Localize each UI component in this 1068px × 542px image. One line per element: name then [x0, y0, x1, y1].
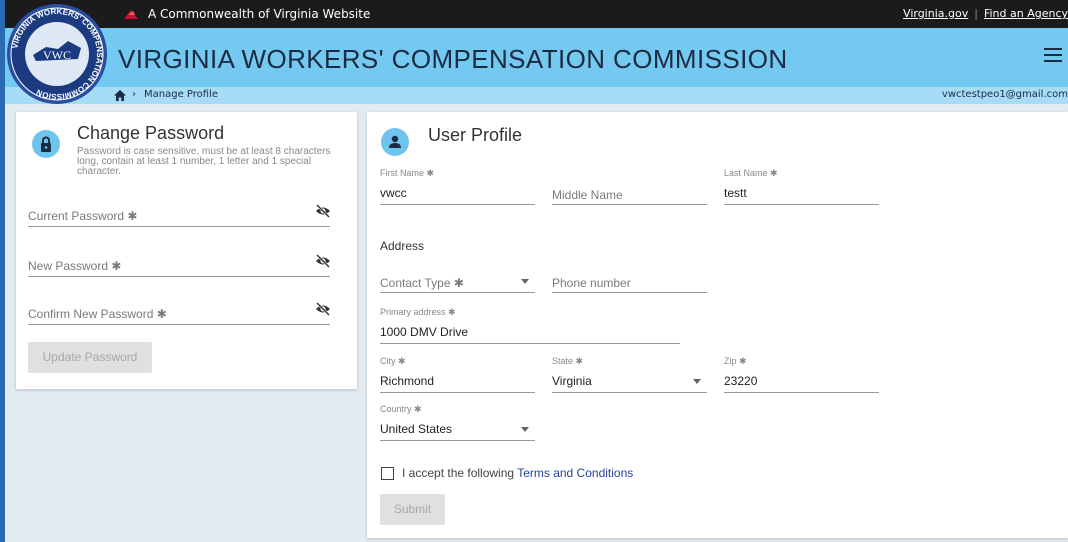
accept-text: I accept the following: [402, 466, 515, 480]
contact-type-label: Contact Type ✱: [380, 276, 464, 290]
vwc-logo[interactable]: VIRGINIA WORKERS' COMPENSATION COMMISSIO…: [6, 3, 108, 105]
new-password-field[interactable]: New Password ✱: [28, 258, 330, 277]
virginia-gov-link[interactable]: Virginia.gov: [903, 7, 968, 20]
country-select[interactable]: Country ✱ United States: [380, 404, 535, 441]
cardinal-icon: [124, 10, 138, 19]
change-password-title: Change Password: [77, 123, 225, 143]
commonwealth-text: A Commonwealth of Virginia Website: [148, 7, 371, 21]
breadcrumb-chevron-icon: ›: [132, 89, 136, 100]
home-icon[interactable]: [114, 90, 126, 101]
eye-slash-icon[interactable]: [315, 302, 331, 316]
first-name-field[interactable]: First Name ✱ vwcc: [380, 168, 535, 205]
hamburger-menu-icon[interactable]: [1044, 48, 1062, 64]
primary-address-label: Primary address ✱: [380, 307, 456, 317]
city-label: City ✱: [380, 356, 406, 366]
submit-button[interactable]: Submit: [380, 494, 445, 525]
current-password-field[interactable]: Current Password ✱: [28, 208, 330, 227]
user-profile-card: User Profile First Name ✱ vwcc Middle Na…: [367, 112, 1068, 538]
find-agency-link[interactable]: Find an Agency: [984, 7, 1068, 20]
middle-name-placeholder: Middle Name: [552, 188, 623, 202]
zip-field[interactable]: Zip ✱ 23220: [724, 356, 879, 393]
state-label: State ✱: [552, 356, 584, 366]
country-value: United States: [380, 422, 453, 436]
top-links: Virginia.gov | Find an Agency: [903, 7, 1068, 20]
state-select[interactable]: State ✱ Virginia: [552, 356, 707, 393]
site-banner: VIRGINIA WORKERS' COMPENSATION COMMISSIO…: [5, 28, 1068, 87]
confirm-password-field[interactable]: Confirm New Password ✱: [28, 306, 330, 325]
state-value: Virginia: [552, 374, 592, 388]
phone-number-field[interactable]: Phone number: [552, 273, 707, 293]
country-label: Country ✱: [380, 404, 422, 414]
last-name-value: testt: [724, 186, 747, 200]
main-content: Change Password Password is case sensiti…: [5, 104, 1068, 542]
city-value: Richmond: [380, 374, 435, 388]
middle-name-field[interactable]: Middle Name: [552, 185, 707, 205]
address-heading: Address: [380, 239, 425, 253]
lock-icon: [32, 130, 60, 158]
first-name-value: vwcc: [380, 186, 407, 200]
primary-address-field[interactable]: Primary address ✱ 1000 DMV Drive: [380, 307, 680, 344]
phone-number-placeholder: Phone number: [552, 276, 631, 290]
chevron-down-icon: [521, 279, 529, 284]
person-icon: [381, 128, 409, 156]
current-password-label: Current Password ✱: [28, 209, 138, 223]
confirm-password-label: Confirm New Password ✱: [28, 307, 167, 321]
user-profile-title: User Profile: [428, 125, 523, 145]
new-password-label: New Password ✱: [28, 259, 122, 273]
user-email[interactable]: vwctestpeo1@gmail.com: [942, 89, 1068, 100]
last-name-field[interactable]: Last Name ✱ testt: [724, 168, 879, 205]
eye-slash-icon[interactable]: [315, 254, 331, 268]
commonwealth-bar: A Commonwealth of Virginia Website Virgi…: [5, 0, 1068, 28]
eye-slash-icon[interactable]: [315, 204, 331, 218]
change-password-card: Change Password Password is case sensiti…: [16, 112, 357, 389]
chevron-down-icon: [693, 379, 701, 384]
contact-type-select[interactable]: Contact Type ✱: [380, 273, 535, 293]
logo-center-text: VWC: [43, 48, 71, 62]
breadcrumb-bar: › Manage Profile vwctestpeo1@gmail.com: [5, 87, 1068, 104]
site-title: VIRGINIA WORKERS' COMPENSATION COMMISSIO…: [118, 44, 788, 74]
password-help-text: Password is case sensitive, must be at l…: [77, 146, 331, 177]
primary-address-value: 1000 DMV Drive: [380, 325, 469, 339]
terms-link[interactable]: Terms and Conditions: [517, 466, 633, 480]
zip-value: 23220: [724, 374, 758, 388]
update-password-button[interactable]: Update Password: [28, 342, 152, 373]
terms-acceptance: I accept the following Terms and Conditi…: [402, 466, 633, 480]
breadcrumb-current: Manage Profile: [144, 89, 218, 100]
city-field[interactable]: City ✱ Richmond: [380, 356, 535, 393]
last-name-label: Last Name ✱: [724, 168, 778, 178]
zip-label: Zip ✱: [724, 356, 747, 366]
chevron-down-icon: [521, 427, 529, 432]
first-name-label: First Name ✱: [380, 168, 435, 178]
terms-checkbox[interactable]: [381, 467, 394, 480]
